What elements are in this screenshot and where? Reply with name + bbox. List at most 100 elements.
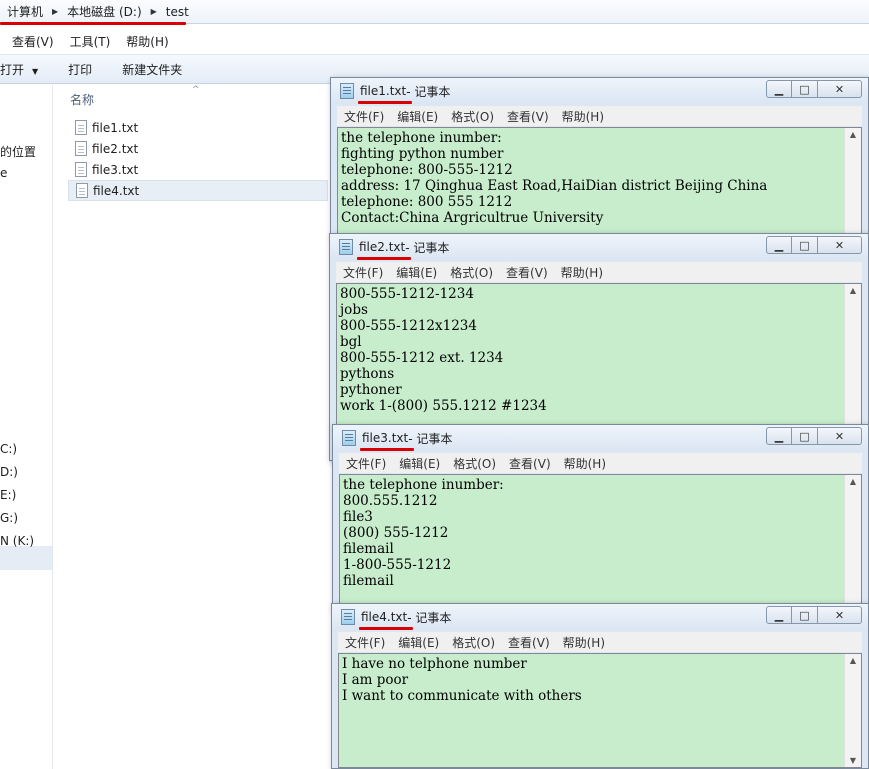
open-button[interactable]: 打开 ▼ (0, 61, 38, 78)
new-folder-button[interactable]: 新建文件夹 (122, 61, 182, 78)
notepad-menubar: 文件(F) 编辑(E) 格式(O) 查看(V) 帮助(H) (338, 632, 862, 652)
close-button[interactable]: ✕ (818, 427, 862, 445)
notepad-window-file1[interactable]: file1.txt - 记事本 ▁ □ ✕ 文件(F) 编辑(E) 格式(O) … (330, 77, 869, 237)
nav-item-drive-g[interactable]: G:) (0, 511, 18, 525)
text-file-icon (75, 141, 87, 156)
breadcrumb-arrow-icon[interactable]: ▶ (52, 7, 58, 16)
notepad-titlebar[interactable]: file3.txt - 记事本 ▁ □ ✕ (333, 425, 868, 451)
nav-selection-highlight (0, 546, 52, 570)
menu-help[interactable]: 帮助(H) (564, 455, 606, 472)
maximize-button[interactable]: □ (792, 236, 818, 254)
notepad-icon (341, 609, 355, 625)
text-file-icon (75, 120, 87, 135)
notepad-content: I have no telphone number I am poor I wa… (342, 656, 582, 704)
column-header-name[interactable]: 名称 (70, 91, 94, 108)
menu-help[interactable]: 帮助(H) (561, 264, 603, 281)
maximize-button[interactable]: □ (792, 427, 818, 445)
menu-view[interactable]: 查看(V) (508, 634, 550, 651)
menu-view[interactable]: 查看(V) (506, 264, 548, 281)
window-title-filename: file1.txt (357, 84, 413, 104)
notepad-menubar: 文件(F) 编辑(E) 格式(O) 查看(V) 帮助(H) (339, 453, 862, 473)
dropdown-caret-icon[interactable]: ▼ (32, 67, 38, 76)
notepad-text-area[interactable]: I have no telphone number I am poor I wa… (338, 653, 862, 768)
menu-file[interactable]: 文件(F) (344, 108, 384, 125)
nav-item-drive-d[interactable]: D:) (0, 465, 18, 479)
maximize-button[interactable]: □ (792, 80, 818, 98)
vertical-scrollbar[interactable]: ▲ ▼ (844, 654, 861, 767)
notepad-text-area[interactable]: the telephone inumber: 800.555.1212 file… (339, 474, 862, 608)
print-button[interactable]: 打印 (68, 61, 92, 78)
minimize-button[interactable]: ▁ (766, 606, 792, 624)
notepad-titlebar[interactable]: file4.txt - 记事本 ▁ □ ✕ (332, 604, 868, 630)
nav-item-drive-c[interactable]: C:) (0, 442, 17, 456)
window-controls: ▁ □ ✕ (766, 80, 862, 98)
notepad-titlebar[interactable]: file1.txt - 记事本 ▁ □ ✕ (331, 78, 868, 104)
breadcrumb-drive-d[interactable]: 本地磁盘 (D:) (66, 3, 142, 20)
window-title-suffix: - 记事本 (406, 84, 451, 99)
notepad-menubar: 文件(F) 编辑(E) 格式(O) 查看(V) 帮助(H) (336, 262, 862, 282)
notepad-content: 800-555-1212-1234 jobs 800-555-1212x1234… (340, 286, 547, 414)
menu-edit[interactable]: 编辑(E) (398, 634, 439, 651)
file-row[interactable]: file2.txt (68, 138, 328, 159)
menu-file[interactable]: 文件(F) (346, 455, 386, 472)
nav-item-e[interactable]: e (0, 166, 7, 180)
vertical-scrollbar[interactable]: ▲ (844, 128, 861, 235)
file-row[interactable]: file3.txt (68, 159, 328, 180)
file-name: file4.txt (93, 183, 140, 198)
scroll-down-arrow-icon[interactable]: ▼ (845, 756, 861, 765)
notepad-menubar: 文件(F) 编辑(E) 格式(O) 查看(V) 帮助(H) (337, 106, 862, 126)
menu-view[interactable]: 查看(V) (12, 33, 54, 50)
file-row[interactable]: file1.txt (68, 117, 328, 138)
breadcrumb-computer[interactable]: 计算机 (6, 3, 44, 20)
file-name: file3.txt (92, 162, 139, 177)
minimize-button[interactable]: ▁ (766, 80, 792, 98)
menu-edit[interactable]: 编辑(E) (397, 108, 438, 125)
close-button[interactable]: ✕ (818, 80, 862, 98)
nav-item-drive-e[interactable]: E:) (0, 488, 16, 502)
menu-view[interactable]: 查看(V) (509, 455, 551, 472)
notepad-window-file3[interactable]: file3.txt - 记事本 ▁ □ ✕ 文件(F) 编辑(E) 格式(O) … (332, 424, 869, 609)
notepad-content: the telephone inumber: 800.555.1212 file… (343, 477, 504, 589)
file-row-selected[interactable]: file4.txt (68, 180, 328, 201)
scroll-up-arrow-icon[interactable]: ▲ (845, 656, 861, 665)
menu-help[interactable]: 帮助(H) (562, 108, 604, 125)
window-title-suffix: - 记事本 (405, 240, 450, 255)
address-bar[interactable]: 计算机 ▶ 本地磁盘 (D:) ▶ test (0, 0, 869, 24)
breadcrumb-arrow-icon[interactable]: ▶ (151, 7, 157, 16)
notepad-icon (339, 239, 353, 255)
menu-tools[interactable]: 工具(T) (70, 33, 111, 50)
notepad-titlebar[interactable]: file2.txt - 记事本 ▁ □ ✕ (330, 234, 868, 260)
maximize-button[interactable]: □ (792, 606, 818, 624)
menu-format[interactable]: 格式(O) (450, 264, 493, 281)
menu-file[interactable]: 文件(F) (345, 634, 385, 651)
close-button[interactable]: ✕ (818, 606, 862, 624)
menu-file[interactable]: 文件(F) (343, 264, 383, 281)
scroll-up-arrow-icon[interactable]: ▲ (845, 286, 861, 295)
menu-format[interactable]: 格式(O) (453, 455, 496, 472)
notepad-text-area[interactable]: the telephone inumber: fighting python n… (337, 127, 862, 236)
open-button-label: 打开 (0, 62, 25, 77)
window-controls: ▁ □ ✕ (766, 427, 862, 445)
menu-edit[interactable]: 编辑(E) (399, 455, 440, 472)
vertical-scrollbar[interactable]: ▲ (844, 475, 861, 607)
breadcrumb-test[interactable]: test (165, 5, 190, 19)
scroll-up-arrow-icon[interactable]: ▲ (845, 130, 861, 139)
scroll-up-arrow-icon[interactable]: ▲ (845, 477, 861, 486)
notepad-window-file4[interactable]: file4.txt - 记事本 ▁ □ ✕ 文件(F) 编辑(E) 格式(O) … (331, 603, 869, 769)
notepad-content: the telephone inumber: fighting python n… (341, 130, 768, 226)
minimize-button[interactable]: ▁ (766, 427, 792, 445)
menu-help[interactable]: 帮助(H) (563, 634, 605, 651)
nav-item-drive-k[interactable]: N (K:) (0, 534, 34, 548)
menu-format[interactable]: 格式(O) (452, 634, 495, 651)
text-file-icon (76, 183, 88, 198)
close-button[interactable]: ✕ (818, 236, 862, 254)
file-name: file2.txt (92, 141, 139, 156)
nav-item-locations[interactable]: 的位置 (0, 143, 36, 160)
menu-format[interactable]: 格式(O) (451, 108, 494, 125)
menu-help[interactable]: 帮助(H) (126, 33, 168, 50)
window-controls: ▁ □ ✕ (766, 236, 862, 254)
file-name: file1.txt (92, 120, 139, 135)
minimize-button[interactable]: ▁ (766, 236, 792, 254)
menu-edit[interactable]: 编辑(E) (396, 264, 437, 281)
menu-view[interactable]: 查看(V) (507, 108, 549, 125)
